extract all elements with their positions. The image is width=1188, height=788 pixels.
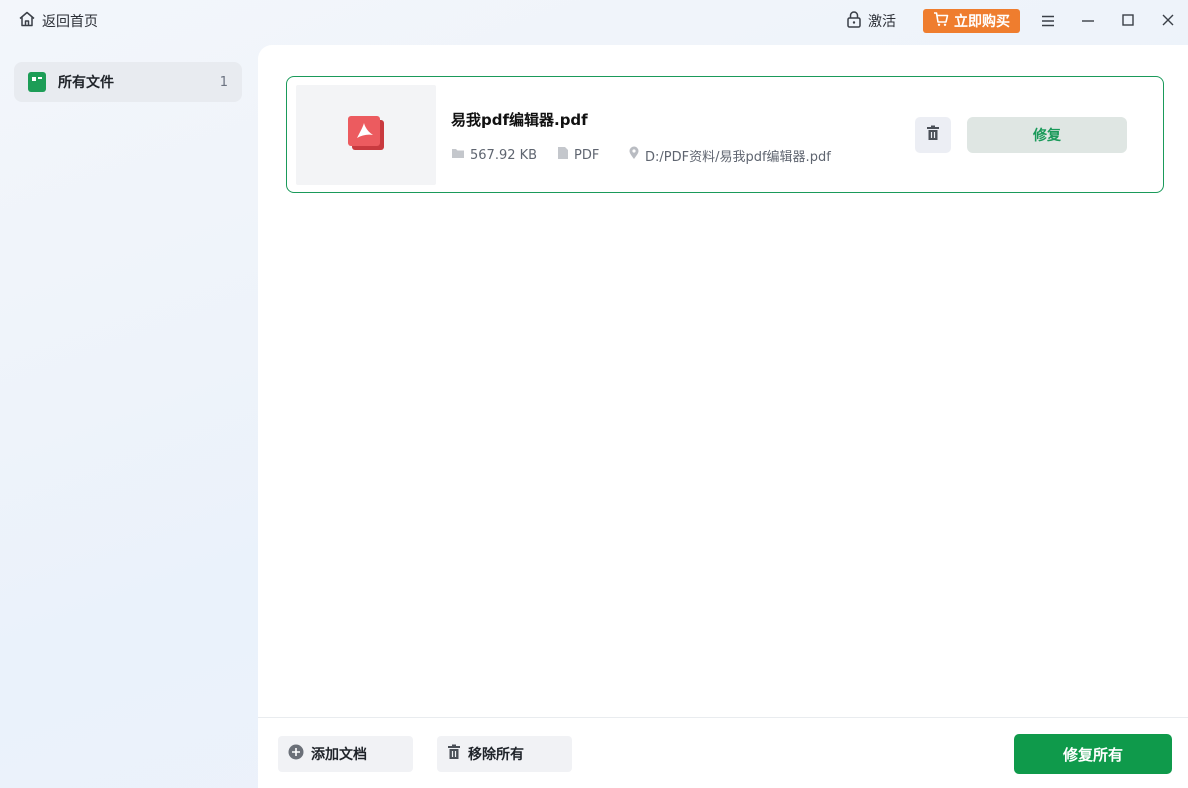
sidebar-item-label: 所有文件 (58, 75, 114, 91)
back-home-button[interactable]: 返回首页 (18, 11, 98, 31)
maximize-icon (1121, 12, 1135, 31)
add-document-button[interactable]: 添加文档 (278, 736, 413, 772)
activate-label: 激活 (868, 14, 896, 30)
add-document-label: 添加文档 (311, 747, 367, 763)
file-thumbnail (296, 85, 436, 185)
trash-icon (926, 125, 940, 145)
trash-icon (447, 744, 461, 764)
file-card[interactable]: 易我pdf编辑器.pdf 567.92 KB PDF D:/PDF资料/易我pd… (286, 76, 1164, 193)
file-type: PDF (557, 147, 599, 163)
divider (258, 717, 1188, 718)
main-panel: 易我pdf编辑器.pdf 567.92 KB PDF D:/PDF资料/易我pd… (258, 45, 1188, 788)
repair-all-button[interactable]: 修复所有 (1014, 734, 1172, 774)
location-pin-icon (628, 146, 640, 164)
delete-file-button[interactable] (915, 117, 951, 153)
sidebar-item-all-files[interactable]: 所有文件 1 (14, 62, 242, 102)
pdf-file-icon (346, 114, 386, 156)
file-size: 567.92 KB (451, 147, 537, 163)
document-icon (557, 146, 569, 164)
remove-all-button[interactable]: 移除所有 (437, 736, 572, 772)
file-size-value: 567.92 KB (470, 147, 538, 163)
lock-icon (846, 10, 862, 32)
minimize-icon (1081, 12, 1095, 31)
activate-button[interactable]: 激活 (846, 11, 896, 31)
file-path-value: D:/PDF资料/易我pdf编辑器.pdf (645, 149, 831, 165)
file-name: 易我pdf编辑器.pdf (451, 111, 588, 129)
back-home-label: 返回首页 (42, 14, 98, 30)
close-icon (1161, 12, 1175, 31)
buy-now-label: 立即购买 (954, 14, 1010, 30)
add-circle-icon (288, 744, 304, 764)
minimize-button[interactable] (1078, 11, 1098, 31)
folder-icon (451, 147, 465, 163)
sidebar-item-count: 1 (219, 74, 228, 90)
repair-button[interactable]: 修复 (967, 117, 1127, 153)
cart-icon (933, 11, 949, 31)
title-bar: 返回首页 激活 立即购买 (0, 0, 1188, 42)
file-type-value: PDF (574, 147, 600, 163)
file-path: D:/PDF资料/易我pdf编辑器.pdf (628, 146, 831, 165)
files-icon (28, 72, 46, 92)
buy-now-button[interactable]: 立即购买 (923, 9, 1020, 33)
menu-button[interactable] (1038, 11, 1058, 31)
maximize-button[interactable] (1118, 11, 1138, 31)
close-button[interactable] (1158, 11, 1178, 31)
remove-all-label: 移除所有 (468, 747, 524, 763)
home-icon (18, 10, 36, 32)
hamburger-menu-icon (1041, 12, 1055, 31)
